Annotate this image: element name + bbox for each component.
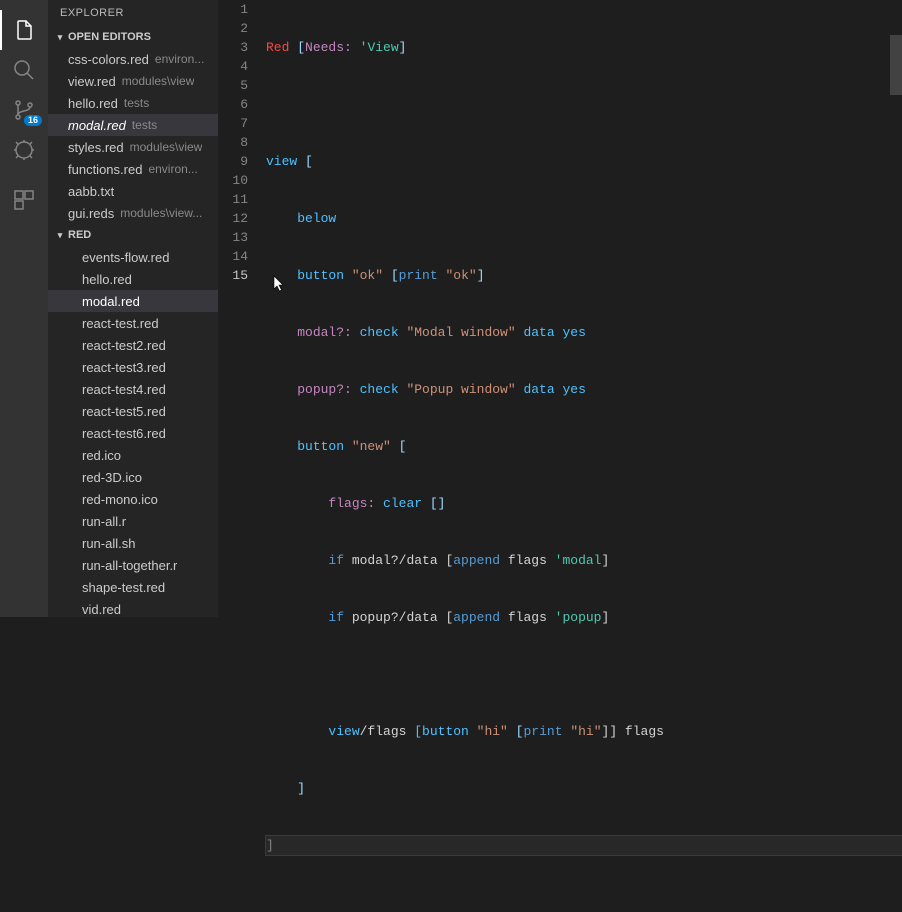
open-editor-item[interactable]: modal.red tests — [48, 114, 218, 136]
folder-file-item[interactable]: red-mono.ico — [48, 488, 218, 510]
line-number: 6 — [218, 95, 248, 114]
file-name: react-test.red — [82, 316, 159, 331]
scrollbar-thumb[interactable] — [890, 35, 902, 95]
code-content[interactable]: Red [Needs: 'View] view [ below button "… — [266, 0, 902, 912]
open-editor-item[interactable]: view.red modules\view — [48, 70, 218, 92]
open-editor-item[interactable]: styles.red modules\view — [48, 136, 218, 158]
folder-file-item[interactable]: run-all.r — [48, 510, 218, 532]
folder-file-item[interactable]: react-test.red — [48, 312, 218, 334]
folder-file-item[interactable]: react-test2.red — [48, 334, 218, 356]
file-path: modules\view... — [120, 206, 202, 220]
file-name: vid.red — [82, 602, 121, 617]
folder-file-item[interactable]: red-3D.ico — [48, 466, 218, 488]
line-number: 13 — [218, 228, 248, 247]
folder-file-item[interactable]: run-all.sh — [48, 532, 218, 554]
activity-debug[interactable] — [0, 130, 48, 170]
extensions-icon — [12, 188, 36, 212]
code-editor[interactable]: 123456789101112131415 Red [Needs: 'View]… — [218, 0, 902, 912]
line-number: 7 — [218, 114, 248, 133]
explorer-sidebar: EXPLORER ▾ OPEN EDITORS css-colors.red en… — [48, 0, 218, 617]
file-name: modal.red — [82, 294, 140, 309]
line-number: 3 — [218, 38, 248, 57]
section-open-editors[interactable]: ▾ OPEN EDITORS — [48, 26, 218, 48]
chevron-down-icon: ▾ — [52, 230, 68, 241]
file-path: environ... — [148, 162, 197, 176]
file-path: modules\view — [130, 140, 203, 154]
folder-file-item[interactable]: react-test3.red — [48, 356, 218, 378]
line-number: 12 — [218, 209, 248, 228]
file-path: tests — [132, 118, 157, 132]
section-label: RED — [68, 229, 91, 241]
file-path: modules\view — [122, 74, 195, 88]
file-name: css-colors.red — [68, 52, 149, 67]
line-number: 15 — [218, 266, 248, 285]
folder-file-item[interactable]: modal.red — [48, 290, 218, 312]
bug-icon — [12, 138, 36, 162]
line-number: 14 — [218, 247, 248, 266]
file-name: red-3D.ico — [82, 470, 142, 485]
folder-file-item[interactable]: red.ico — [48, 444, 218, 466]
line-number: 9 — [218, 152, 248, 171]
section-label: OPEN EDITORS — [68, 31, 151, 43]
folder-file-item[interactable]: vid.red — [48, 598, 218, 617]
sidebar-title: EXPLORER — [48, 0, 218, 26]
activity-extensions[interactable] — [0, 180, 48, 220]
file-name: red-mono.ico — [82, 492, 158, 507]
open-editor-item[interactable]: aabb.txt — [48, 180, 218, 202]
line-number: 2 — [218, 19, 248, 38]
folder-file-item[interactable]: events-flow.red — [48, 246, 218, 268]
folder-file-list: events-flow.red hello.red modal.red react-t… — [48, 246, 218, 617]
file-name: gui.reds — [68, 206, 114, 221]
file-name: hello.red — [68, 96, 118, 111]
section-folder[interactable]: ▾ RED — [48, 224, 218, 246]
open-editor-item[interactable]: hello.red tests — [48, 92, 218, 114]
file-path: environ... — [155, 52, 204, 66]
open-editor-item[interactable]: functions.red environ... — [48, 158, 218, 180]
files-icon — [12, 18, 36, 42]
file-name: react-test2.red — [82, 338, 166, 353]
line-number: 1 — [218, 0, 248, 19]
activity-explorer[interactable] — [0, 10, 48, 50]
file-name: react-test5.red — [82, 404, 166, 419]
folder-file-item[interactable]: hello.red — [48, 268, 218, 290]
chevron-down-icon: ▾ — [52, 32, 68, 43]
open-editor-item[interactable]: gui.reds modules\view... — [48, 202, 218, 224]
line-number: 10 — [218, 171, 248, 190]
file-name: run-all.r — [82, 514, 126, 529]
file-name: aabb.txt — [68, 184, 114, 199]
file-name: styles.red — [68, 140, 124, 155]
file-name: shape-test.red — [82, 580, 165, 595]
file-path: tests — [124, 96, 149, 110]
file-name: run-all-together.r — [82, 558, 177, 573]
line-number: 11 — [218, 190, 248, 209]
folder-file-item[interactable]: react-test6.red — [48, 422, 218, 444]
file-name: view.red — [68, 74, 116, 89]
folder-file-item[interactable]: shape-test.red — [48, 576, 218, 598]
file-name: functions.red — [68, 162, 142, 177]
line-number: 4 — [218, 57, 248, 76]
line-number-gutter: 123456789101112131415 — [218, 0, 266, 912]
line-number: 5 — [218, 76, 248, 95]
file-name: react-test3.red — [82, 360, 166, 375]
search-icon — [12, 58, 36, 82]
file-name: modal.red — [68, 118, 126, 133]
line-number: 8 — [218, 133, 248, 152]
file-name: react-test6.red — [82, 426, 166, 441]
folder-file-item[interactable]: run-all-together.r — [48, 554, 218, 576]
open-editor-item[interactable]: css-colors.red environ... — [48, 48, 218, 70]
folder-file-item[interactable]: react-test4.red — [48, 378, 218, 400]
scm-badge: 16 — [24, 115, 42, 126]
file-name: hello.red — [82, 272, 132, 287]
file-name: run-all.sh — [82, 536, 135, 551]
activity-bar: 16 — [0, 0, 48, 617]
editor-area: css-colors.redview.redhello.redmodal.red… — [218, 0, 902, 617]
file-name: red.ico — [82, 448, 121, 463]
file-name: events-flow.red — [82, 250, 169, 265]
open-editors-list: css-colors.red environ... view.red modules\… — [48, 48, 218, 224]
folder-file-item[interactable]: react-test5.red — [48, 400, 218, 422]
file-name: react-test4.red — [82, 382, 166, 397]
activity-source-control[interactable]: 16 — [0, 90, 48, 130]
activity-search[interactable] — [0, 50, 48, 90]
